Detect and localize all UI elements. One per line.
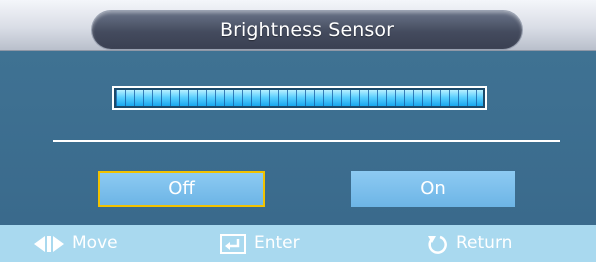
footer-hint-bar: Move Enter Return — [0, 225, 596, 262]
header-bar: Brightness Sensor — [0, 0, 596, 51]
brightness-level-fill — [116, 90, 483, 106]
enter-hint: Enter — [220, 225, 300, 262]
divider — [53, 140, 560, 142]
title-pill: Brightness Sensor — [92, 11, 522, 49]
option-on-button[interactable]: On — [351, 171, 515, 207]
enter-label: Enter — [254, 233, 300, 253]
enter-icon — [220, 233, 246, 254]
page-title: Brightness Sensor — [219, 19, 395, 41]
move-label: Move — [72, 233, 118, 253]
return-hint: Return — [426, 225, 512, 262]
left-right-arrows-icon — [34, 235, 64, 252]
return-icon — [428, 235, 447, 254]
return-label: Return — [456, 233, 513, 253]
move-hint: Move — [34, 225, 118, 262]
osd-window: Brightness Sensor Off On Move Enter Retu… — [0, 0, 596, 262]
option-off-button[interactable]: Off — [98, 171, 265, 207]
brightness-level-bar — [112, 86, 487, 110]
